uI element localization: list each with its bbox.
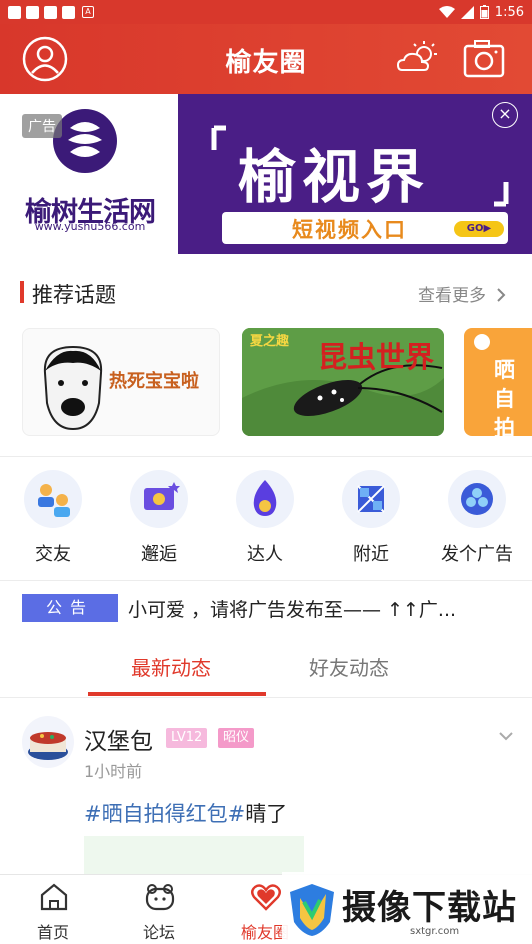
grid-label: 附近 [353, 544, 389, 565]
topic-corner-label: 夏之趣 [250, 334, 290, 349]
encounter-icon [130, 470, 188, 528]
see-more-link[interactable]: 查看更多 [418, 281, 507, 306]
banner-go-badge: GO▶ [454, 221, 504, 237]
announcement-bar[interactable]: 公告 小可爱 ，请将广告发布至—— ↑↑广... [0, 590, 532, 626]
battery-icon [479, 5, 489, 19]
topic-card[interactable]: 热死宝宝啦 [22, 328, 220, 436]
banner-logo-url: www.yushu566.com [34, 220, 146, 233]
topic-caption: 热死宝宝啦 [109, 371, 199, 392]
home-icon [40, 883, 68, 911]
post-image[interactable] [84, 836, 304, 876]
post-ad-icon [448, 470, 506, 528]
level-badge: LV12 [166, 728, 208, 748]
app-notification-icon: A [82, 6, 94, 18]
grid-label: 达人 [247, 544, 283, 565]
signal-icon [460, 5, 474, 19]
grid-item-expert[interactable]: 达人 [212, 470, 318, 570]
post-avatar[interactable] [22, 716, 74, 768]
topic-card[interactable]: 夏之趣 昆虫世界 [242, 328, 444, 436]
app-header: 榆友圈 [0, 24, 532, 94]
feed-tabs: 最新动态 好友动态 [0, 638, 532, 698]
nav-forum[interactable]: 论坛 [106, 875, 212, 944]
watermark-url: sxtgr.com [410, 926, 460, 937]
wifi-icon [438, 5, 455, 18]
forum-icon [145, 884, 175, 911]
cake-avatar-image [28, 732, 68, 760]
banner-big-title: 榆视界 [238, 143, 431, 211]
nearby-icon [342, 470, 400, 528]
active-tab-indicator [88, 692, 266, 696]
post-text: 晴了 [245, 802, 288, 826]
banner-title-box: 榆视界 [204, 120, 516, 212]
watermark-logo-icon [290, 884, 334, 936]
section-title: 推荐话题 [32, 283, 116, 307]
nav-label: 论坛 [142, 923, 175, 942]
ad-label: 广告 [22, 114, 62, 138]
chevron-down-icon[interactable] [498, 730, 514, 742]
notification-icon [62, 5, 75, 19]
camera-button[interactable] [462, 38, 506, 80]
ad-close-button[interactable]: × [492, 102, 518, 128]
recommended-section-header: 推荐话题 查看更多 [0, 272, 532, 312]
weather-button[interactable] [396, 38, 442, 78]
clock: 1:56 [494, 4, 524, 20]
weather-cloud-sun-icon [396, 41, 437, 71]
grid-label: 交友 [35, 544, 71, 565]
divider [0, 580, 532, 581]
topic-card[interactable]: 晒自拍得 [464, 328, 532, 436]
post-username[interactable]: 汉堡包 [84, 722, 153, 756]
topic-caption: 昆虫世界 [318, 340, 435, 374]
watermark-text: 摄像下载站 [342, 888, 517, 928]
grid-label: 发个广告 [441, 544, 513, 565]
banner-sub-text: 短视频入口 [292, 218, 407, 242]
app-screen: A 1:56 榆友圈 榆树生活网 www.yushu566.com 广告 榆视界… [0, 0, 532, 944]
grid-item-friends[interactable]: 交友 [0, 470, 106, 570]
feature-grid: 交友 邂逅 达人 附近 发个广告 [0, 470, 532, 570]
meme-face-image [43, 345, 103, 431]
notification-icon [26, 5, 39, 19]
banner-ad[interactable]: 榆树生活网 www.yushu566.com 广告 榆视界 短视频入口 GO▶ … [0, 94, 532, 254]
camera-icon [463, 40, 505, 78]
topic-carousel[interactable]: 热死宝宝啦 夏之趣 昆虫世界 晒自拍得 [0, 328, 532, 436]
announcement-text: 小可爱 ，请将广告发布至—— ↑↑广... [128, 599, 457, 621]
grid-label: 邂逅 [141, 544, 177, 565]
tab-latest[interactable]: 最新动态 [131, 652, 211, 681]
status-bar: A 1:56 [0, 0, 532, 24]
nav-label: 首页 [36, 923, 69, 942]
post-hashtag[interactable]: #晒自拍得红包# [84, 802, 245, 826]
notification-icon [8, 5, 21, 19]
see-more-label: 查看更多 [418, 286, 486, 306]
grid-item-post-ad[interactable]: 发个广告 [424, 470, 530, 570]
grid-item-encounter[interactable]: 邂逅 [106, 470, 212, 570]
divider [0, 456, 532, 457]
expert-icon [236, 470, 294, 528]
heart-icon [251, 884, 281, 911]
post-body: #晒自拍得红包#晴了 [84, 798, 287, 828]
announcement-tag: 公告 [22, 594, 118, 622]
topic-caption: 晒自拍得 [494, 358, 515, 436]
site-watermark: 摄像下载站 sxtgr.com [282, 872, 532, 944]
divider [0, 697, 532, 698]
notification-icon [44, 5, 57, 19]
topic-heart-badge [474, 334, 490, 350]
feed-post[interactable]: 汉堡包 LV12 昭仪 1小时前 #晒自拍得红包#晴了 [0, 712, 532, 876]
section-accent-bar [20, 281, 24, 303]
nav-home[interactable]: 首页 [0, 875, 106, 944]
post-time: 1小时前 [84, 762, 143, 781]
chevron-right-icon [497, 288, 506, 302]
page-title: 榆友圈 [225, 48, 307, 78]
grid-item-nearby[interactable]: 附近 [318, 470, 424, 570]
title-badge: 昭仪 [218, 728, 255, 748]
tab-friends[interactable]: 好友动态 [309, 652, 389, 681]
friends-icon [24, 470, 82, 528]
